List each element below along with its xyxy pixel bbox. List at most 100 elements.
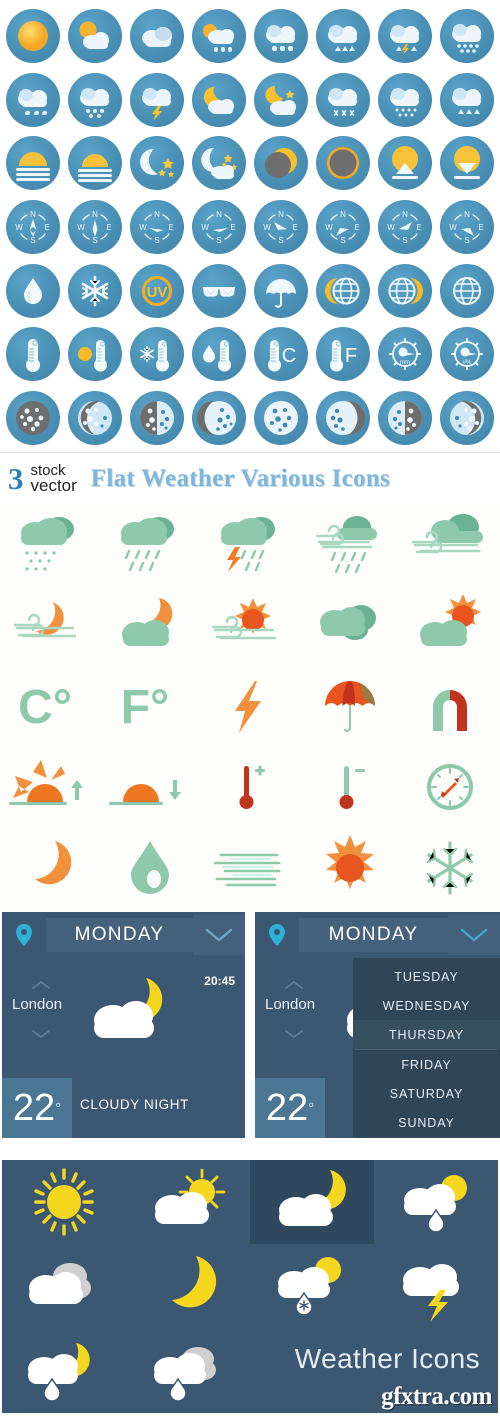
- cloud-moon-rain-icon[interactable]: [16, 1335, 112, 1407]
- icon-cell[interactable]: mm: [374, 323, 436, 387]
- dropdown-toggle[interactable]: [193, 915, 245, 955]
- cloud-hail-icon[interactable]: [254, 8, 308, 63]
- cloud-wind-rain-icon[interactable]: [307, 509, 393, 579]
- compass-east-icon[interactable]: N SW E: [130, 199, 184, 254]
- thermometer-cold-icon[interactable]: [130, 327, 184, 382]
- city-prev-arrow[interactable]: [285, 976, 303, 994]
- flat-icon[interactable]: [0, 827, 100, 908]
- thermometer-hot-icon[interactable]: [68, 327, 122, 382]
- icon-cell[interactable]: [436, 386, 498, 450]
- icon-cell[interactable]: [64, 68, 126, 132]
- icon-cell[interactable]: [188, 4, 250, 68]
- icon-cell[interactable]: [374, 386, 436, 450]
- cloud-sun-icon[interactable]: [407, 590, 493, 660]
- icon-cell[interactable]: [374, 131, 436, 195]
- icon-cell[interactable]: #%: [436, 323, 498, 387]
- weather-widget-collapsed[interactable]: MONDAY London 20:45 22 ° CLOUDY NIGHT: [2, 912, 245, 1138]
- icon-cell[interactable]: [250, 4, 312, 68]
- globe-moon-left-icon[interactable]: [316, 263, 370, 318]
- icon-cell[interactable]: N SW E: [374, 195, 436, 259]
- cloud-sun-rain-icon[interactable]: [388, 1166, 484, 1238]
- weather-widget-expanded[interactable]: MONDAY London 22 ° TUESDAY WEDNESDAY THU…: [255, 912, 500, 1138]
- icon-cell[interactable]: [188, 323, 250, 387]
- compass-se-icon[interactable]: N SW E: [316, 199, 370, 254]
- icon-cell[interactable]: [374, 68, 436, 132]
- flat-icon[interactable]: [0, 746, 100, 827]
- cloud-lightning-icon[interactable]: [130, 72, 184, 127]
- dark-icon-cell[interactable]: [2, 1329, 126, 1413]
- icon-cell[interactable]: N SW E: [250, 195, 312, 259]
- compass-needle-icon[interactable]: N SW E: [68, 199, 122, 254]
- icon-cell[interactable]: [250, 259, 312, 323]
- icon-cell[interactable]: N SW E: [312, 195, 374, 259]
- sun-icon[interactable]: [16, 1166, 112, 1238]
- flat-icon[interactable]: [300, 585, 400, 666]
- moon-full-icon[interactable]: [6, 391, 60, 446]
- clouds-overcast-icon[interactable]: [16, 1250, 112, 1322]
- cloud-thunder-rain-icon[interactable]: [378, 8, 432, 63]
- flat-icon[interactable]: [400, 504, 500, 585]
- dark-icon-cell[interactable]: [374, 1244, 498, 1328]
- moon-icon[interactable]: [140, 1250, 236, 1322]
- clouds-icon[interactable]: [307, 590, 393, 660]
- cloud-snow-night-icon[interactable]: [316, 72, 370, 127]
- clouds-rain-icon[interactable]: [140, 1335, 236, 1407]
- celsius-icon[interactable]: C°: [7, 671, 93, 741]
- icon-cell[interactable]: [250, 386, 312, 450]
- flat-icon[interactable]: [200, 827, 300, 908]
- icon-cell[interactable]: N SW E: [126, 195, 188, 259]
- moon-waning-crescent-icon[interactable]: [192, 391, 246, 446]
- moon-waning-gibbous-icon[interactable]: [68, 391, 122, 446]
- flat-icon[interactable]: [100, 585, 200, 666]
- cloud-lightning-icon[interactable]: [388, 1250, 484, 1323]
- day-selector[interactable]: MONDAY: [299, 918, 448, 952]
- flat-icon[interactable]: [0, 585, 100, 666]
- flat-icon[interactable]: [400, 746, 500, 827]
- cloud-snow-blue-icon[interactable]: [440, 72, 494, 127]
- dropdown-item-friday[interactable]: FRIDAY: [353, 1050, 500, 1079]
- compass-ne-icon[interactable]: N SW E: [254, 199, 308, 254]
- sunrise-horizon-icon[interactable]: [6, 136, 60, 191]
- dropdown-item-tuesday[interactable]: TUESDAY: [353, 962, 500, 991]
- icon-cell[interactable]: [126, 4, 188, 68]
- icon-cell[interactable]: [64, 323, 126, 387]
- moon-stars-cloud-icon[interactable]: [192, 136, 246, 191]
- flat-icon[interactable]: [300, 504, 400, 585]
- cloud-sleet-icon[interactable]: [316, 8, 370, 63]
- day-selector[interactable]: MONDAY: [46, 918, 193, 952]
- dark-icon-cell[interactable]: [126, 1329, 250, 1413]
- cloud-drizzle-icon[interactable]: [7, 509, 93, 579]
- magnet-icon[interactable]: [407, 671, 493, 741]
- city-next-arrow[interactable]: [32, 1026, 50, 1044]
- flat-icon[interactable]: [300, 666, 400, 747]
- flat-icon[interactable]: [100, 504, 200, 585]
- icon-cell[interactable]: N SW E: [188, 195, 250, 259]
- location-pin-icon[interactable]: [2, 924, 46, 946]
- umbrella-icon[interactable]: [254, 263, 308, 318]
- water-drop-icon[interactable]: [107, 833, 193, 903]
- thermometer-cold-icon[interactable]: [307, 752, 393, 822]
- icon-cell[interactable]: [312, 259, 374, 323]
- icon-cell[interactable]: [2, 323, 64, 387]
- icon-cell[interactable]: [126, 386, 188, 450]
- fahrenheit-icon[interactable]: F°: [107, 671, 193, 741]
- rain-gauge-mm-icon[interactable]: mm: [378, 327, 432, 382]
- dark-icon-cell[interactable]: [2, 1160, 126, 1244]
- icon-cell[interactable]: [250, 131, 312, 195]
- icon-cell[interactable]: N SW E: [64, 195, 126, 259]
- flat-icon[interactable]: [0, 504, 100, 585]
- flat-icon[interactable]: [300, 827, 400, 908]
- cloud-snow-heavy-icon[interactable]: [68, 72, 122, 127]
- icon-cell[interactable]: [436, 131, 498, 195]
- moon-last-quarter-icon[interactable]: [130, 391, 184, 446]
- flat-icon[interactable]: [300, 746, 400, 827]
- icon-cell[interactable]: [312, 131, 374, 195]
- thermometer-hot-icon[interactable]: [207, 752, 293, 822]
- cloud-icon[interactable]: [130, 8, 184, 63]
- humidity-gauge-percent-icon[interactable]: #%: [440, 327, 494, 382]
- sunrise-icon[interactable]: [7, 752, 93, 822]
- compass-west-icon[interactable]: N SW E: [192, 199, 246, 254]
- cloud-moon-icon[interactable]: [264, 1166, 360, 1238]
- water-drop-icon[interactable]: [6, 263, 60, 318]
- dark-icon-cell-selected[interactable]: [250, 1160, 374, 1245]
